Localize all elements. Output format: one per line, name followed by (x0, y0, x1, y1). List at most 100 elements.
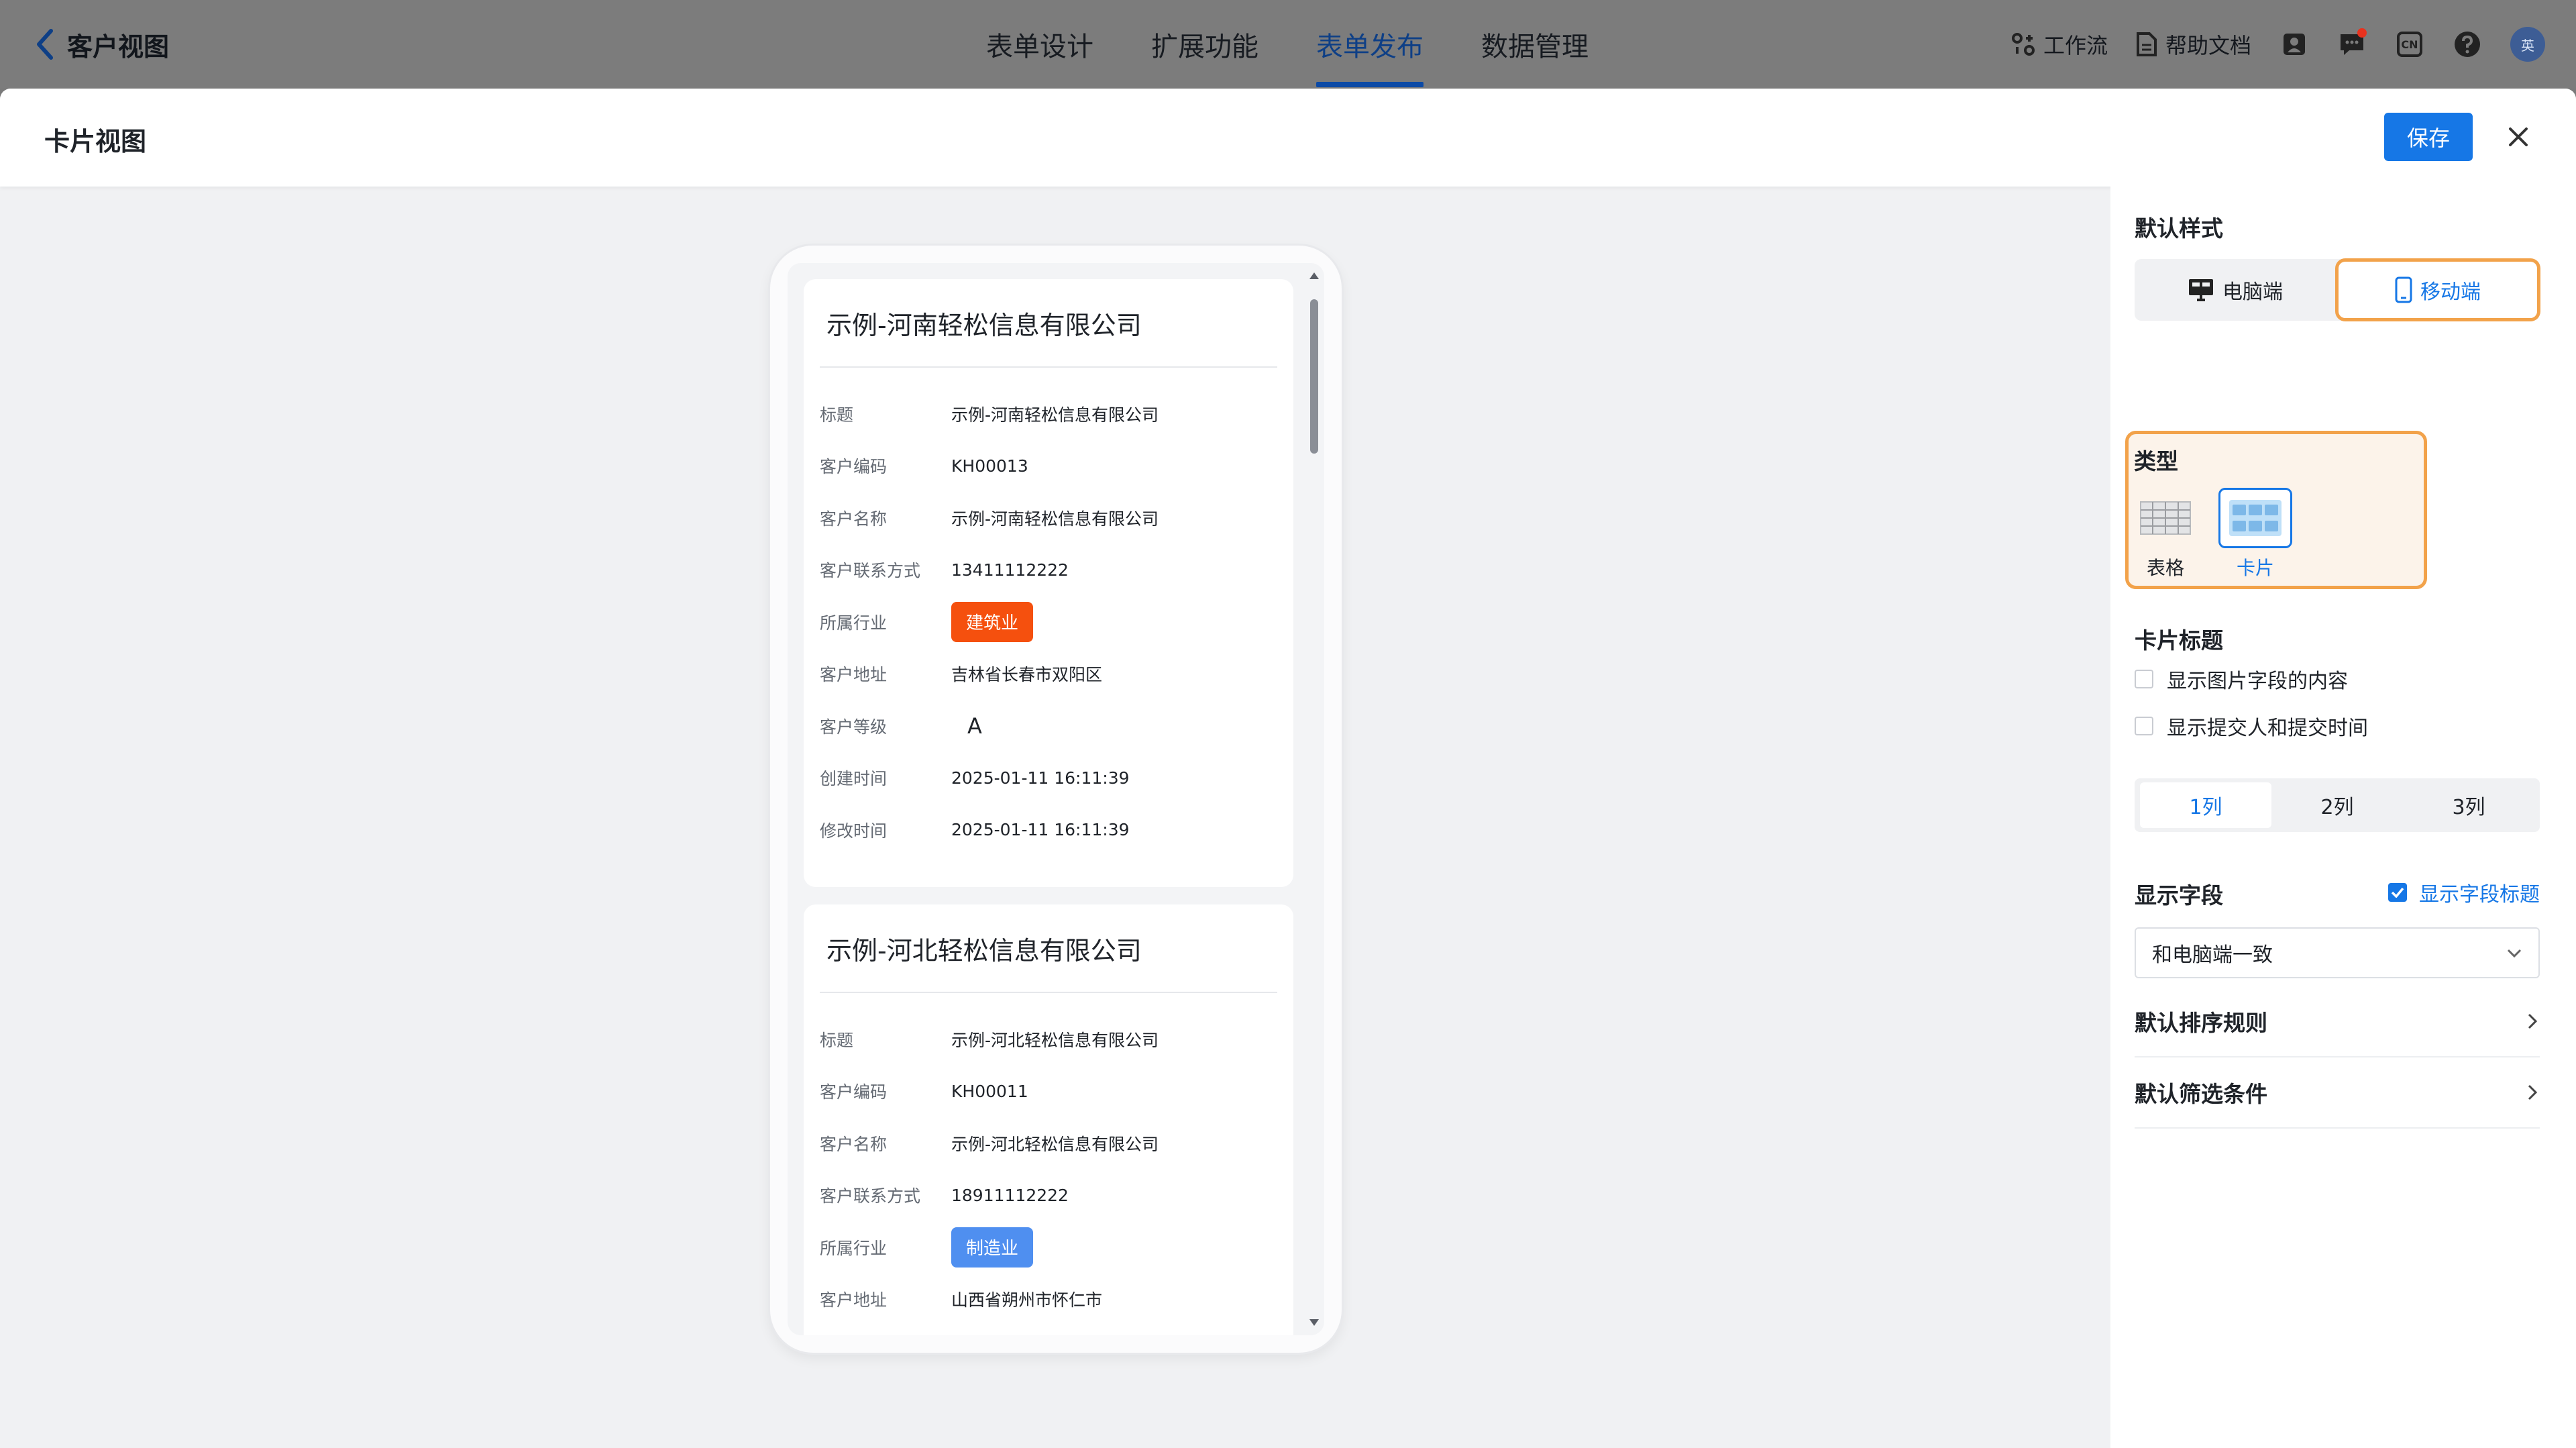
card-title: 示例-河北轻松信息有限公司 (820, 904, 1277, 993)
field-label: 修改时间 (820, 821, 888, 841)
type-option-table[interactable]: 表格 (2129, 488, 2202, 580)
sort-rule-label: 默认排序规则 (2135, 1010, 2267, 1036)
settings-panel: 默认样式 电脑端 移动端 类型 表格 卡片 卡片标题 显示图片字段的内容 显示提… (2110, 187, 2576, 1448)
column-option-1[interactable]: 1列 (2140, 782, 2271, 828)
field-label: 客户编码 (820, 457, 888, 477)
field-label: 客户编码 (820, 1082, 888, 1102)
contact-icon (2284, 34, 2305, 55)
view-type-group: 类型 表格 卡片 (2125, 431, 2427, 589)
field-label: 所属行业 (820, 1238, 888, 1258)
app-top-bar: 客户视图 表单设计 扩展功能 表单发布 数据管理 工作流 帮助文档 CN 英 (0, 0, 2576, 89)
field-value: 示例-河北轻松信息有限公司 (951, 1030, 1159, 1050)
device-option-label: 电脑端 (2222, 280, 2283, 304)
chevron-right-icon (2528, 1013, 2538, 1029)
card-view-modal: 卡片视图 保存 示例-河南轻松信息有限公司 标题 示例-河南轻松信息有限公司 客… (0, 89, 2576, 1448)
column-option-3[interactable]: 3列 (2403, 782, 2534, 828)
checkbox-label: 显示图片字段的内容 (2167, 670, 2348, 693)
field-label: 客户地址 (820, 665, 888, 685)
main-tabs: 表单设计 扩展功能 表单发布 数据管理 (986, 0, 1589, 89)
question-icon (2455, 32, 2480, 57)
card-title: 示例-河南轻松信息有限公司 (820, 279, 1277, 368)
show-submitter-option[interactable]: 显示提交人和提交时间 (2135, 711, 2368, 741)
card-title-heading: 卡片标题 (2135, 627, 2223, 654)
column-count-switch: 1列 2列 3列 (2135, 778, 2540, 832)
select-value: 和电脑端一致 (2152, 943, 2273, 967)
record-card[interactable]: 示例-河北轻松信息有限公司 标题 示例-河北轻松信息有限公司 客户编码 KH00… (804, 904, 1293, 1335)
card-type-icon (2218, 488, 2292, 548)
type-option-card[interactable]: 卡片 (2218, 488, 2292, 580)
device-option-label: 移动端 (2420, 280, 2481, 304)
back-button[interactable]: 客户视图 (35, 25, 169, 63)
card-field-row: 客户名称 示例-河南轻松信息有限公司 (820, 492, 1277, 544)
tab-data-management[interactable]: 数据管理 (1481, 0, 1589, 89)
device-option-mobile[interactable]: 移动端 (2339, 262, 2537, 318)
checkbox[interactable] (2135, 670, 2153, 688)
show-image-field-option[interactable]: 显示图片字段的内容 (2135, 664, 2348, 694)
help-docs-button[interactable]: 帮助文档 (2136, 29, 2251, 60)
card-field-row: 创建时间 2025-01-11 16:11:39 (820, 752, 1277, 805)
save-button[interactable]: 保存 (2384, 113, 2473, 161)
mobile-preview-screen[interactable]: 示例-河南轻松信息有限公司 标题 示例-河南轻松信息有限公司 客户编码 KH00… (788, 263, 1324, 1335)
mobile-preview-frame: 示例-河南轻松信息有限公司 标题 示例-河南轻松信息有限公司 客户编码 KH00… (770, 246, 1342, 1353)
user-avatar[interactable]: 英 (2510, 27, 2545, 62)
field-value: 吉林省长春市双阳区 (951, 665, 1103, 685)
field-label: 创建时间 (820, 769, 888, 789)
modal-title: 卡片视图 (44, 127, 147, 156)
field-label: 所属行业 (820, 613, 888, 633)
help-button[interactable] (2453, 30, 2482, 59)
field-label: 标题 (820, 1030, 854, 1050)
field-label: 客户地址 (820, 1290, 888, 1310)
device-option-desktop[interactable]: 电脑端 (2137, 262, 2333, 318)
display-fields-select[interactable]: 和电脑端一致 (2135, 927, 2540, 978)
language-badge: CN (2401, 38, 2418, 51)
mobile-phone-icon (2395, 276, 2412, 303)
field-value: 18911112222 (951, 1185, 1069, 1205)
workflow-button[interactable]: 工作流 (2011, 29, 2108, 60)
language-button[interactable]: CN (2395, 30, 2424, 59)
workflow-label: 工作流 (2043, 33, 2108, 58)
chevron-right-icon (2528, 1084, 2538, 1100)
card-field-row: 客户等级 A (820, 700, 1277, 752)
tab-form-publish[interactable]: 表单发布 (1316, 0, 1424, 89)
show-field-title-toggle[interactable]: 显示字段标题 (2388, 878, 2540, 907)
checkbox[interactable] (2135, 717, 2153, 735)
type-option-label: 表格 (2146, 557, 2184, 579)
scrollbar-thumb[interactable] (1310, 299, 1318, 454)
card-field-row: 标题 示例-河南轻松信息有限公司 (820, 388, 1277, 440)
field-value: 2025-01-11 16:11:39 (951, 768, 1130, 788)
document-icon (2136, 32, 2157, 56)
field-value: KH00013 (951, 456, 1028, 476)
tab-form-design[interactable]: 表单设计 (986, 0, 1093, 89)
industry-tag: 建筑业 (951, 601, 1034, 642)
close-icon (2509, 127, 2528, 146)
checkbox[interactable] (2388, 883, 2407, 902)
default-filter-row[interactable]: 默认筛选条件 (2135, 1057, 2540, 1129)
card-field-row: 客户地址 山西省朔州市怀仁市 (820, 1274, 1277, 1326)
field-label: 客户联系方式 (820, 561, 921, 581)
grade-value: A (967, 713, 982, 739)
scroll-down-arrow-icon[interactable] (1309, 1319, 1319, 1326)
card-field-row: 客户联系方式 18911112222 (820, 1170, 1277, 1222)
checkmark-icon (2391, 887, 2404, 898)
modal-header: 卡片视图 保存 (0, 89, 2576, 187)
card-field-row: 客户编码 KH00013 (820, 440, 1277, 493)
show-field-title-label: 显示字段标题 (2419, 883, 2540, 907)
monitor-icon (2189, 279, 2213, 301)
scroll-up-arrow-icon[interactable] (1309, 272, 1319, 279)
filter-label: 默认筛选条件 (2135, 1081, 2267, 1107)
display-fields-title: 显示字段 (2135, 882, 2223, 909)
workflow-icon (2011, 33, 2035, 56)
card-field-row: 标题 示例-河北轻松信息有限公司 (820, 1013, 1277, 1066)
contacts-button[interactable] (2279, 30, 2309, 59)
card-field-row: 所属行业 制造业 (820, 1221, 1277, 1274)
record-card[interactable]: 示例-河南轻松信息有限公司 标题 示例-河南轻松信息有限公司 客户编码 KH00… (804, 279, 1293, 887)
table-type-icon (2129, 488, 2202, 548)
column-option-2[interactable]: 2列 (2271, 782, 2403, 828)
close-button[interactable] (2501, 119, 2536, 154)
preview-scrollbar[interactable] (1308, 272, 1320, 1326)
tab-extensions[interactable]: 扩展功能 (1151, 0, 1258, 89)
default-sort-rule-row[interactable]: 默认排序规则 (2135, 986, 2540, 1057)
device-switch: 电脑端 移动端 (2135, 259, 2540, 321)
messages-button[interactable] (2337, 28, 2367, 59)
checkbox-label: 显示提交人和提交时间 (2167, 717, 2368, 740)
